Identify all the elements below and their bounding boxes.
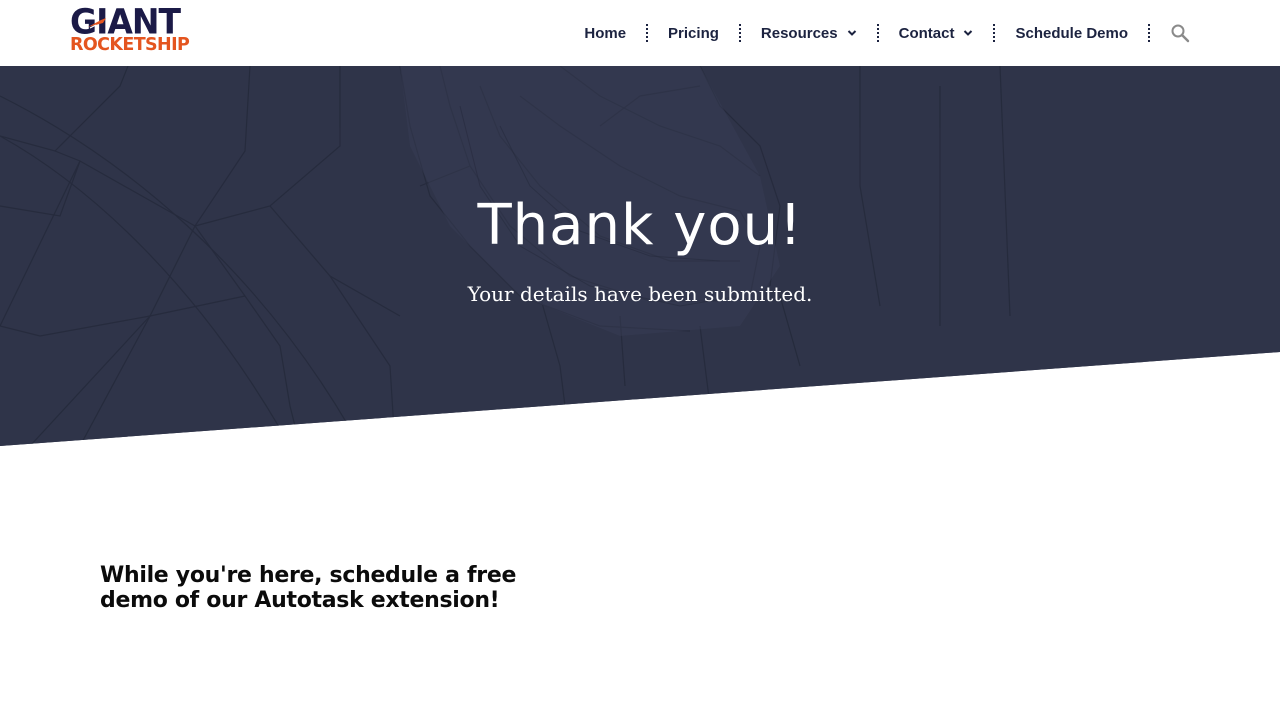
chevron-down-icon: [847, 30, 856, 36]
search-button[interactable]: [1150, 0, 1190, 66]
logo-wordmark-bottom: ROCKETSHIP: [70, 35, 190, 55]
chevron-down-icon: [964, 30, 973, 36]
search-icon: [1171, 24, 1190, 43]
nav-item-label: Contact: [898, 24, 955, 42]
rocket-icon: [88, 18, 106, 29]
hero-title: Thank you!: [477, 193, 803, 258]
nav-item-label: Resources: [760, 24, 838, 42]
nav-item-contact[interactable]: Contact: [879, 0, 994, 66]
giant-rocketship-logo[interactable]: GIANT ROCKETSHIP: [70, 4, 200, 57]
hero-subtitle: Your details have been submitted.: [467, 282, 813, 306]
site-header: GIANT ROCKETSHIP Home Pricing Resources …: [0, 0, 1280, 66]
hero-banner: Thank you! Your details have been submit…: [0, 66, 1280, 446]
nav-item-home[interactable]: Home: [564, 0, 646, 66]
main-nav: Home Pricing Resources Contact Schedule …: [564, 0, 1190, 66]
nav-item-label: Pricing: [668, 24, 719, 42]
nav-item-resources[interactable]: Resources: [741, 0, 877, 66]
nav-item-label: Schedule Demo: [1015, 24, 1128, 42]
nav-item-schedule-demo[interactable]: Schedule Demo: [995, 0, 1148, 66]
nav-item-pricing[interactable]: Pricing: [648, 0, 739, 66]
demo-cta-heading: While you're here, schedule a free demo …: [100, 563, 517, 613]
nav-item-label: Home: [584, 24, 627, 42]
